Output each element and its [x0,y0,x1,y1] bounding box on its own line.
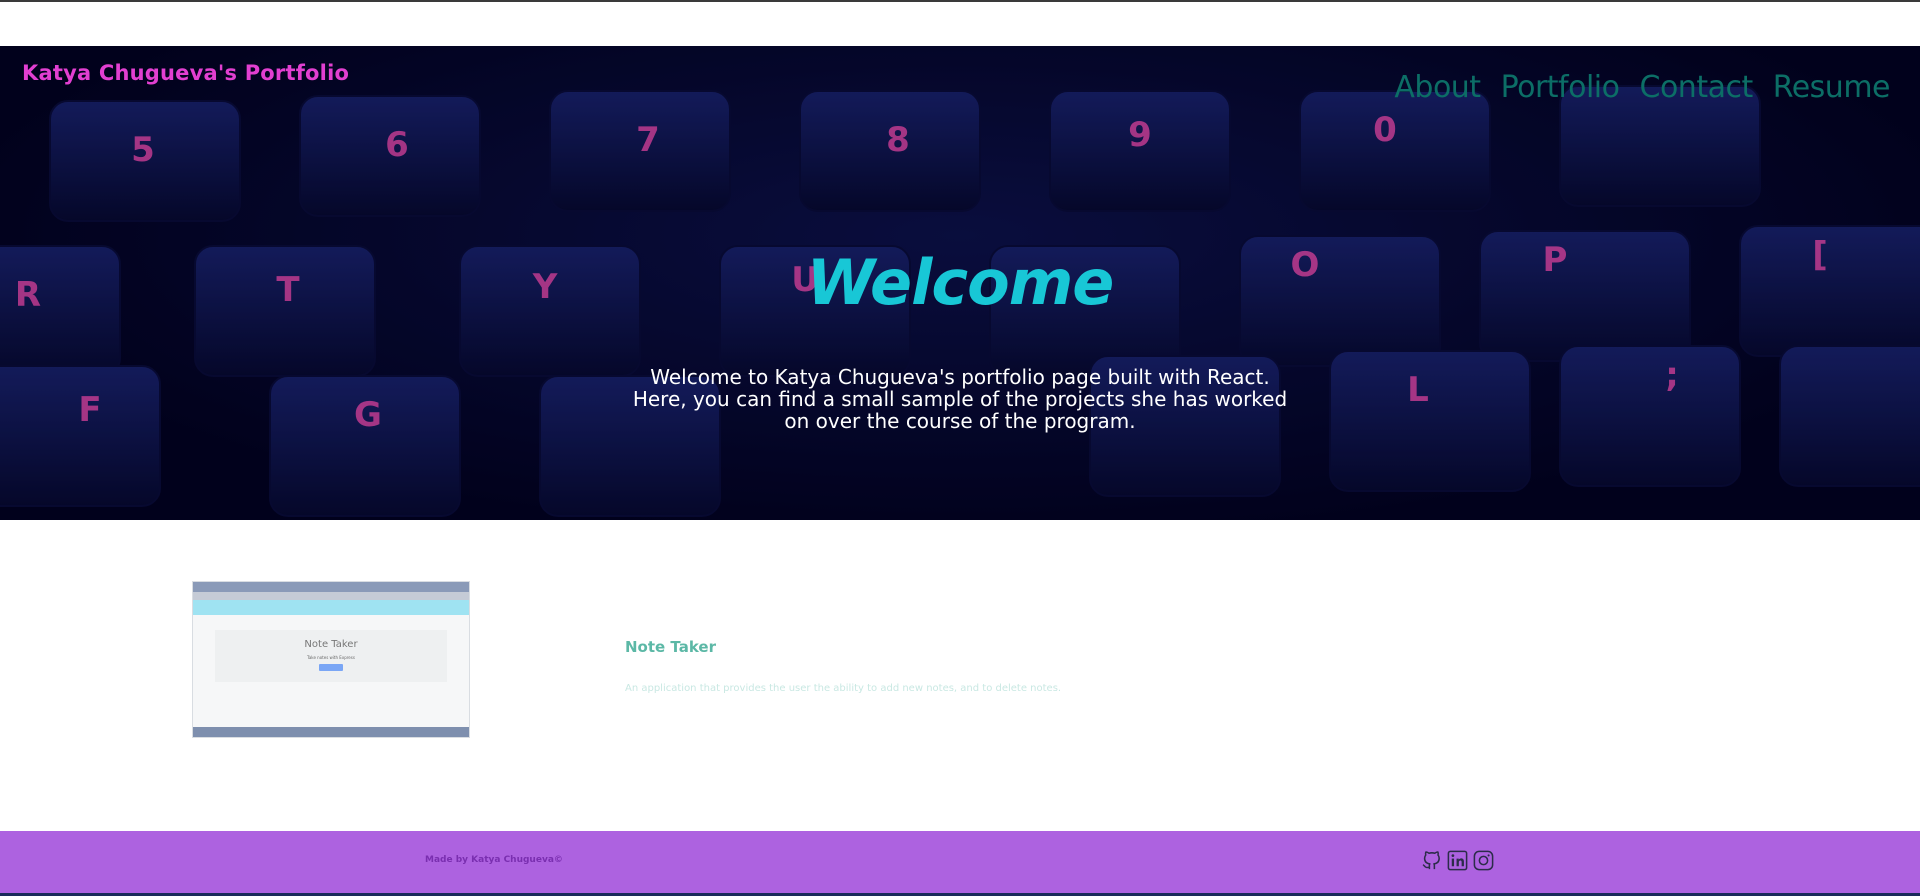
footer-credit: Made by Katya Chugueva© [425,855,563,865]
instagram-link[interactable] [1472,849,1495,872]
hero-title: Welcome [806,246,1115,319]
thumbnail-subtitle: Take notes with Express [307,655,355,660]
window-top-border [0,0,1920,2]
project-description: An application that provides the user th… [625,683,1062,694]
footer: Made by Katya Chugueva© [0,831,1920,893]
project-thumbnail[interactable]: Note Taker Take notes with Express [192,581,470,738]
thumbnail-title: Note Taker [304,639,358,650]
github-icon [1422,851,1440,870]
thumbnail-button [319,664,343,671]
hero-intro: Welcome to Katya Chugueva's portfolio pa… [632,365,1288,433]
instagram-icon [1473,850,1494,871]
thumbnail-app-header [193,600,469,615]
nav-about[interactable]: About [1394,70,1481,105]
linkedin-link[interactable] [1446,849,1469,872]
nav-portfolio[interactable]: Portfolio [1501,70,1620,105]
thumbnail-taskbar [193,727,469,737]
nav-resume[interactable]: Resume [1773,70,1891,105]
main-nav: About Portfolio Contact Resume [1394,70,1890,105]
thumbnail-address-bar [193,592,469,600]
project-title[interactable]: Note Taker [625,638,716,656]
site-brand[interactable]: Katya Chugueva's Portfolio [22,61,349,85]
linkedin-icon [1447,850,1468,871]
github-link[interactable] [1420,849,1443,872]
thumbnail-card: Note Taker Take notes with Express [215,630,447,682]
thumbnail-browser-tabs [193,582,469,592]
social-links [1420,849,1495,872]
hero-banner: 5 6 7 8 9 0 R T Y U O P [ F G L ; Katya … [0,46,1920,520]
nav-contact[interactable]: Contact [1640,70,1754,105]
